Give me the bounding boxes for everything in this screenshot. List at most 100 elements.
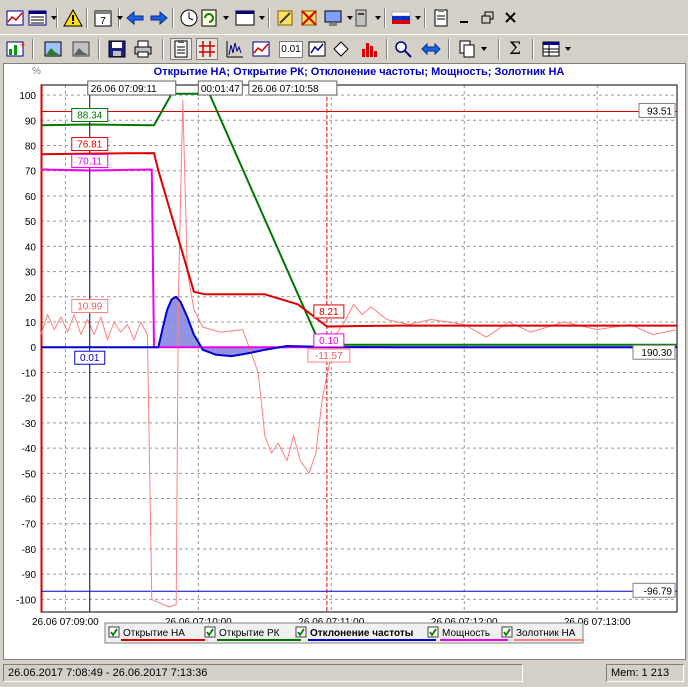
dropdown-arrow-icon[interactable] bbox=[481, 47, 487, 51]
main-toolbar: 7 bbox=[0, 4, 688, 34]
calendar-menu-button[interactable]: 7 bbox=[92, 7, 114, 29]
cursor-value-label: 88.34 bbox=[77, 110, 102, 121]
device-menu-button[interactable] bbox=[350, 7, 372, 29]
refresh-button[interactable] bbox=[198, 7, 220, 29]
bar-chart-button[interactable] bbox=[224, 38, 246, 60]
dropdown-arrow-icon[interactable] bbox=[259, 16, 265, 20]
scale-button[interactable] bbox=[306, 38, 328, 60]
cursor-time-label: 26.06 07:09:11 bbox=[91, 84, 157, 95]
restore-icon bbox=[479, 8, 499, 28]
language-menu-button[interactable] bbox=[390, 7, 412, 29]
cursor-value-label: 0.10 bbox=[319, 336, 339, 347]
y-axis-label: % bbox=[32, 66, 41, 77]
calendar-icon: 7 bbox=[93, 8, 113, 28]
tools-icon bbox=[275, 8, 295, 28]
add-chart-button[interactable]: + bbox=[4, 38, 26, 60]
chart-canvas[interactable]: Открытие НА; Открытие РК; Отклонение час… bbox=[4, 64, 685, 659]
line-chart-icon bbox=[251, 39, 271, 59]
warning-button[interactable] bbox=[62, 7, 84, 29]
arrow-left-icon bbox=[125, 8, 145, 28]
zoom-value-text: 0.01 bbox=[279, 40, 303, 58]
save-button[interactable] bbox=[106, 38, 128, 60]
toolbar-separator bbox=[532, 39, 534, 59]
grid-icon bbox=[197, 39, 217, 59]
zoom-reset-icon bbox=[393, 39, 413, 59]
close-icon bbox=[501, 8, 521, 28]
y-tick-label: -50 bbox=[22, 469, 37, 480]
right-value-label: 190.30 bbox=[641, 348, 672, 359]
toolbar-separator bbox=[448, 39, 450, 59]
toolbar-separator bbox=[386, 39, 388, 59]
russian-flag-icon bbox=[391, 8, 411, 28]
restore-button[interactable] bbox=[478, 7, 500, 29]
chart-toolbar: +0.01 Σ bbox=[0, 34, 688, 65]
reference-value-label: -96.79 bbox=[644, 586, 673, 597]
grid-button[interactable] bbox=[196, 38, 218, 60]
cursor-time-label: 26.06 07:10:58 bbox=[252, 84, 319, 95]
cursor-value-label: 70.11 bbox=[78, 156, 103, 167]
table-menu-button[interactable] bbox=[540, 38, 562, 60]
close-button[interactable] bbox=[500, 7, 522, 29]
y-tick-label: 90 bbox=[25, 116, 37, 127]
y-tick-label: 100 bbox=[19, 91, 36, 102]
line-chart-menu-button[interactable] bbox=[4, 7, 26, 29]
chart-panel: Открытие НА; Открытие РК; Отклонение час… bbox=[3, 63, 686, 660]
window-menu-button[interactable] bbox=[234, 7, 256, 29]
back-button[interactable] bbox=[124, 7, 146, 29]
sum-icon: Σ bbox=[509, 39, 521, 59]
arrow-right-icon bbox=[149, 8, 169, 28]
tools-disabled-icon bbox=[299, 8, 319, 28]
monitor-menu-button[interactable] bbox=[322, 7, 344, 29]
list-view-menu-button[interactable] bbox=[26, 7, 48, 29]
series-otkrytie-rk-line bbox=[40, 92, 677, 346]
status-bar: 26.06.2017 7:08:49 - 26.06.2017 7:13:36 … bbox=[0, 662, 688, 687]
marker-button[interactable] bbox=[330, 38, 352, 60]
diamond-icon bbox=[331, 39, 351, 59]
image-gray-icon bbox=[71, 39, 91, 59]
sum-button[interactable]: Σ bbox=[504, 38, 526, 60]
toolbar-separator bbox=[86, 8, 88, 28]
dropdown-arrow-icon[interactable] bbox=[117, 16, 123, 20]
clock-button[interactable] bbox=[178, 7, 200, 29]
reference-value-label: 93.51 bbox=[647, 106, 672, 117]
y-tick-label: -40 bbox=[22, 444, 37, 455]
report-button[interactable] bbox=[430, 7, 452, 29]
y-tick-label: -10 bbox=[22, 368, 37, 379]
chart-title: Открытие НА; Открытие РК; Отклонение час… bbox=[154, 66, 565, 78]
dropdown-arrow-icon[interactable] bbox=[415, 16, 421, 20]
svg-text:7: 7 bbox=[100, 16, 106, 27]
minimize-button[interactable] bbox=[454, 7, 476, 29]
cursor-value-label: 0.01 bbox=[80, 353, 100, 364]
line-chart-button[interactable] bbox=[250, 38, 272, 60]
copy-menu-button[interactable] bbox=[456, 38, 478, 60]
toolbar-separator bbox=[424, 8, 426, 28]
properties-button[interactable] bbox=[170, 38, 192, 60]
toolbar-separator bbox=[268, 8, 270, 28]
horizontal-scroll-button[interactable] bbox=[420, 38, 442, 60]
y-tick-label: 80 bbox=[25, 142, 37, 153]
zoom-reset-button[interactable] bbox=[392, 38, 414, 60]
print-button[interactable] bbox=[132, 38, 154, 60]
dropdown-arrow-icon[interactable] bbox=[51, 16, 57, 20]
copy-icon bbox=[457, 39, 477, 59]
image-button[interactable] bbox=[42, 38, 64, 60]
tools-disable-button[interactable] bbox=[298, 7, 320, 29]
legend-label: Отклонение частоты bbox=[310, 628, 413, 639]
image-gray-button[interactable] bbox=[70, 38, 92, 60]
line-chart-icon bbox=[5, 8, 25, 28]
histogram-icon bbox=[359, 39, 379, 59]
y-tick-label: -60 bbox=[22, 495, 37, 506]
dropdown-arrow-icon[interactable] bbox=[223, 16, 229, 20]
dropdown-arrow-icon[interactable] bbox=[375, 16, 381, 20]
zoom-value-button[interactable]: 0.01 bbox=[278, 38, 304, 60]
histogram-button[interactable] bbox=[358, 38, 380, 60]
bar-chart-icon bbox=[225, 39, 245, 59]
toolbar-separator bbox=[162, 39, 164, 59]
y-tick-label: 10 bbox=[25, 318, 37, 329]
floppy-disk-icon bbox=[107, 39, 127, 59]
tools-button[interactable] bbox=[274, 7, 296, 29]
toolbar-separator bbox=[32, 39, 34, 59]
dropdown-arrow-icon[interactable] bbox=[565, 47, 571, 51]
forward-button[interactable] bbox=[148, 7, 170, 29]
y-tick-label: -100 bbox=[16, 595, 36, 606]
